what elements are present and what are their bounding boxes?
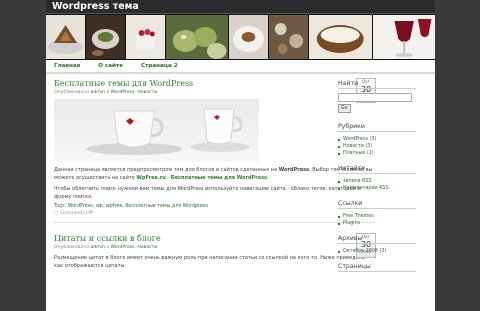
post-tags: Tags: WordPress, wp, wpfree, бесплатные … <box>54 204 208 209</box>
post-image-cups <box>54 99 259 162</box>
category-link[interactable]: WordPress <box>343 137 368 142</box>
widget-title-search: Найти <box>338 80 416 89</box>
widget-title-links: Ссылки <box>338 200 416 209</box>
item-count: (3) <box>379 249 387 254</box>
category-link[interactable]: Новости <box>343 144 364 149</box>
tag-link[interactable]: бесплатные темы для Wordpress <box>125 204 208 209</box>
rss-list: записи RSS Комментарии RSS <box>338 178 416 192</box>
wpfree-link[interactable]: WpFree.ru <box>136 175 165 181</box>
archive-link[interactable]: Октябрь 2008 <box>343 249 378 254</box>
banner-photo-berries <box>125 15 166 59</box>
para-text: . <box>267 175 269 181</box>
item-count: (3) <box>365 144 373 149</box>
item-count: (3) <box>369 137 377 142</box>
comments-text: Comments Off <box>59 211 93 216</box>
category-link[interactable]: Новости <box>137 90 157 95</box>
post-meta: Опубликовано admin в WordPress, Новости <box>54 245 158 250</box>
meta-in: в <box>106 90 110 95</box>
list-item: Комментарии RSS <box>338 185 416 192</box>
comment-icon: □ <box>54 211 59 216</box>
free-themes-link[interactable]: Бесплатные темы для WordPress <box>171 175 267 181</box>
meta-in: в <box>106 245 110 250</box>
post-title[interactable]: Бесплатные темы для WordPress <box>54 78 374 89</box>
author-link[interactable]: admin <box>90 90 104 95</box>
banner-photo-olives <box>165 15 230 59</box>
post-paragraph: Размещение цитат в блоге имеет очень важ… <box>54 255 366 269</box>
plugins-link[interactable]: Plugins <box>343 221 360 226</box>
post-paragraph: Чтобы облегчить поиск нужной вам темы дл… <box>54 186 361 200</box>
category-link[interactable]: Новости <box>137 245 157 250</box>
meta-prefix: Опубликовано <box>54 245 90 250</box>
links-list: Free Themes Plugins <box>338 213 416 227</box>
banner-photo-spices <box>269 15 310 59</box>
widget-title-read: Читайте <box>338 165 416 174</box>
widget-title-archive: Архивы <box>338 235 416 244</box>
list-item: Платные (1) <box>338 150 416 157</box>
search-go-button[interactable]: Go <box>338 104 351 113</box>
post: Цитаты и ссылки в блоге Опубликовано adm… <box>54 233 376 270</box>
widget-title-pages: Страницы <box>338 263 416 272</box>
rubrics-list: WordPress (3) Новости (3) Платные (1) <box>338 136 416 157</box>
item-count: (1) <box>366 151 374 156</box>
tag-link[interactable]: wpfree <box>106 204 122 209</box>
post-title[interactable]: Цитаты и ссылки в блоге <box>54 233 374 244</box>
tags-label: Tags: <box>54 204 67 209</box>
category-link[interactable]: WordPress <box>111 90 135 95</box>
para-bold: WordPress <box>278 167 310 173</box>
list-item: Plugins <box>338 220 416 227</box>
banner-photo-wine <box>372 15 436 59</box>
widget-title-rubrics: Рубрики <box>338 123 416 132</box>
post-meta: Опубликовано admin в WordPress, Новости <box>54 90 158 95</box>
rss-comments-link[interactable]: Комментарии RSS <box>343 186 389 191</box>
comments-status: □ Comments Off <box>54 211 374 223</box>
nav-item-home[interactable]: Главная <box>54 63 80 69</box>
post: Бесплатные темы для WordPress Опубликова… <box>54 78 376 223</box>
tag-link[interactable]: wp <box>96 204 103 209</box>
banner-photo-pastry <box>46 15 86 59</box>
search-input[interactable] <box>338 93 412 102</box>
site-title[interactable]: Wordpress тема <box>52 1 139 12</box>
main-navigation: Главная О сайте Страница 2 <box>46 60 435 74</box>
list-item: Новости (3) <box>338 143 416 150</box>
para-text: Данная страница является предпросмотром … <box>54 167 279 173</box>
list-item: записи RSS <box>338 178 416 185</box>
rss-posts-link[interactable]: записи RSS <box>343 179 371 184</box>
banner-photo-coconut <box>309 15 373 59</box>
banner-photo-dish <box>85 15 126 59</box>
category-link[interactable]: WordPress <box>111 245 135 250</box>
archive-list: Октябрь 2008 (3) <box>338 248 416 255</box>
nav-item-about[interactable]: О сайте <box>98 63 123 69</box>
tag-link[interactable]: WordPress <box>68 204 93 209</box>
meta-prefix: Опубликовано <box>54 90 90 95</box>
category-link[interactable]: Платные <box>343 151 365 156</box>
sidebar: Найти Go Рубрики WordPress (3) Новости (… <box>338 78 416 276</box>
site-header: Wordpress тема <box>46 0 435 14</box>
header-banner <box>46 14 436 60</box>
post-paragraph: Данная страница является предпросмотром … <box>54 166 374 182</box>
author-link[interactable]: admin <box>90 245 104 250</box>
banner-photo-plate <box>229 15 270 59</box>
nav-item-page-2[interactable]: Страница 2 <box>141 63 178 69</box>
list-item: Free Themes <box>338 213 416 220</box>
list-item: Октябрь 2008 (3) <box>338 248 416 255</box>
content-area: Бесплатные темы для WordPress Опубликова… <box>54 78 376 280</box>
list-item: WordPress (3) <box>338 136 416 143</box>
free-themes-link[interactable]: Free Themes <box>343 214 374 219</box>
